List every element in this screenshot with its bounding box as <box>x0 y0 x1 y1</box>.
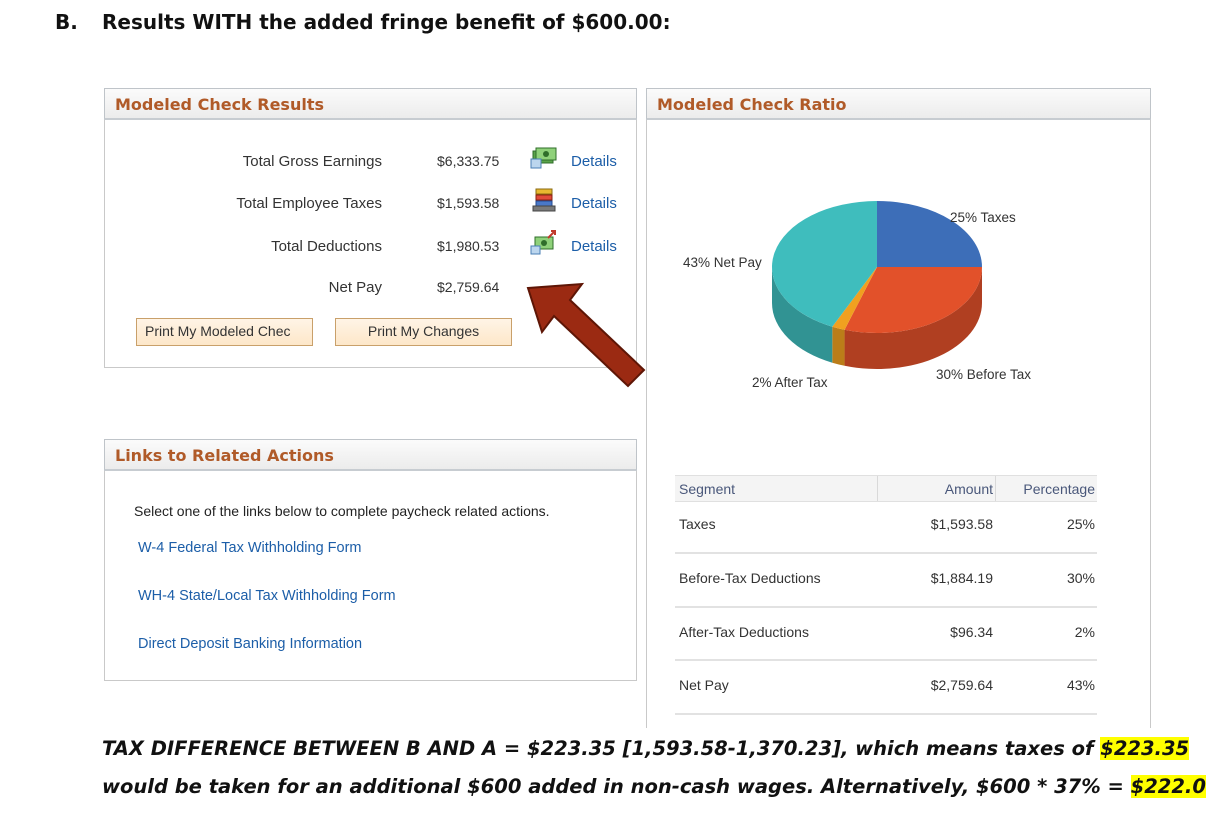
pie-label-taxes: 25% Taxes <box>950 210 1016 225</box>
net-pay-label: Net Pay <box>328 279 382 296</box>
employee-taxes-label: Total Employee Taxes <box>236 195 382 212</box>
segment-cell: After-Tax Deductions <box>679 623 809 640</box>
modeled-check-ratio-panel: Modeled Check Ratio 43% Net Pay 25% Taxe… <box>646 88 1151 728</box>
deductions-value: $1,980.53 <box>437 238 500 254</box>
gross-earnings-value: $6,333.75 <box>437 153 500 169</box>
table-row: Before-Tax Deductions $1,884.19 30% <box>675 554 1097 608</box>
percentage-cell: 30% <box>1066 570 1095 586</box>
highlighted-tax-amount: $223.35 <box>1100 737 1190 760</box>
related-actions-panel: Links to Related Actions Select one of t… <box>104 439 637 681</box>
section-letter: B. <box>55 10 78 34</box>
pie-label-net-pay: 43% Net Pay <box>683 255 762 270</box>
taxes-icon[interactable] <box>530 187 558 213</box>
pie-label-after-tax: 2% After Tax <box>752 375 828 390</box>
section-title: Results WITH the added fringe benefit of… <box>102 10 671 34</box>
amount-cell: $2,759.64 <box>930 677 993 693</box>
print-modeled-check-button[interactable]: Print My Modeled Chec <box>136 318 313 346</box>
panel-title: Modeled Check Ratio <box>646 88 1151 120</box>
amount-cell: $1,593.58 <box>930 516 993 532</box>
percentage-cell: 2% <box>1074 623 1095 640</box>
deductions-icon[interactable] <box>530 230 558 256</box>
panel-title: Modeled Check Results <box>104 88 637 120</box>
table-row: Net Pay $2,759.64 43% <box>675 661 1097 715</box>
pie-label-before-tax: 30% Before Tax <box>936 367 1032 382</box>
links-intro-text: Select one of the links below to complet… <box>134 503 550 519</box>
deductions-details-link[interactable]: Details <box>571 238 617 255</box>
direct-deposit-link[interactable]: Direct Deposit Banking Information <box>138 636 362 652</box>
gross-earnings-details-link[interactable]: Details <box>571 153 617 170</box>
segment-header: Segment <box>679 481 736 497</box>
table-row: After-Tax Deductions $96.34 2% <box>675 608 1097 661</box>
annotation-text: would be taken for an additional $600 ad… <box>102 775 1131 798</box>
employee-taxes-value: $1,593.58 <box>437 195 500 211</box>
segment-cell: Before-Tax Deductions <box>679 570 821 586</box>
highlighted-alt-amount: $222.00 <box>1130 775 1206 798</box>
percentage-cell: 43% <box>1066 677 1095 693</box>
gross-earnings-label: Total Gross Earnings <box>242 153 382 170</box>
annotation-text: TAX DIFFERENCE BETWEEN B AND A = $223.35… <box>102 737 1101 760</box>
amount-cell: $96.34 <box>950 623 993 640</box>
segment-cell: Taxes <box>679 516 716 532</box>
section-heading: B. Results WITH the added fringe benefit … <box>55 10 671 34</box>
w4-federal-link[interactable]: W-4 Federal Tax Withholding Form <box>138 540 362 556</box>
table-row: Taxes $1,593.58 25% <box>675 502 1097 554</box>
amount-cell: $1,884.19 <box>930 570 993 586</box>
table-header: Segment Amount Percentage <box>675 475 1097 502</box>
employee-taxes-details-link[interactable]: Details <box>571 195 617 212</box>
segment-table: Segment Amount Percentage Taxes $1,593.5… <box>675 475 1097 715</box>
deductions-label: Total Deductions <box>271 238 382 255</box>
annotation-line-2: would be taken for an additional $600 ad… <box>102 775 1206 798</box>
pointer-arrow-icon <box>526 282 646 388</box>
print-my-changes-button[interactable]: Print My Changes <box>335 318 512 346</box>
wh4-state-link[interactable]: WH-4 State/Local Tax Withholding Form <box>138 588 396 604</box>
annotation-line-1: TAX DIFFERENCE BETWEEN B AND A = $223.35… <box>102 737 1190 760</box>
percentage-cell: 25% <box>1066 516 1095 532</box>
arrow-shape <box>526 282 646 388</box>
segment-cell: Net Pay <box>679 677 729 693</box>
money-icon[interactable] <box>530 145 558 171</box>
amount-header: Amount <box>944 481 993 497</box>
panel-title: Links to Related Actions <box>104 439 637 471</box>
percentage-header: Percentage <box>1023 481 1095 497</box>
pie-side-2 <box>832 326 845 366</box>
net-pay-value: $2,759.64 <box>437 279 500 295</box>
